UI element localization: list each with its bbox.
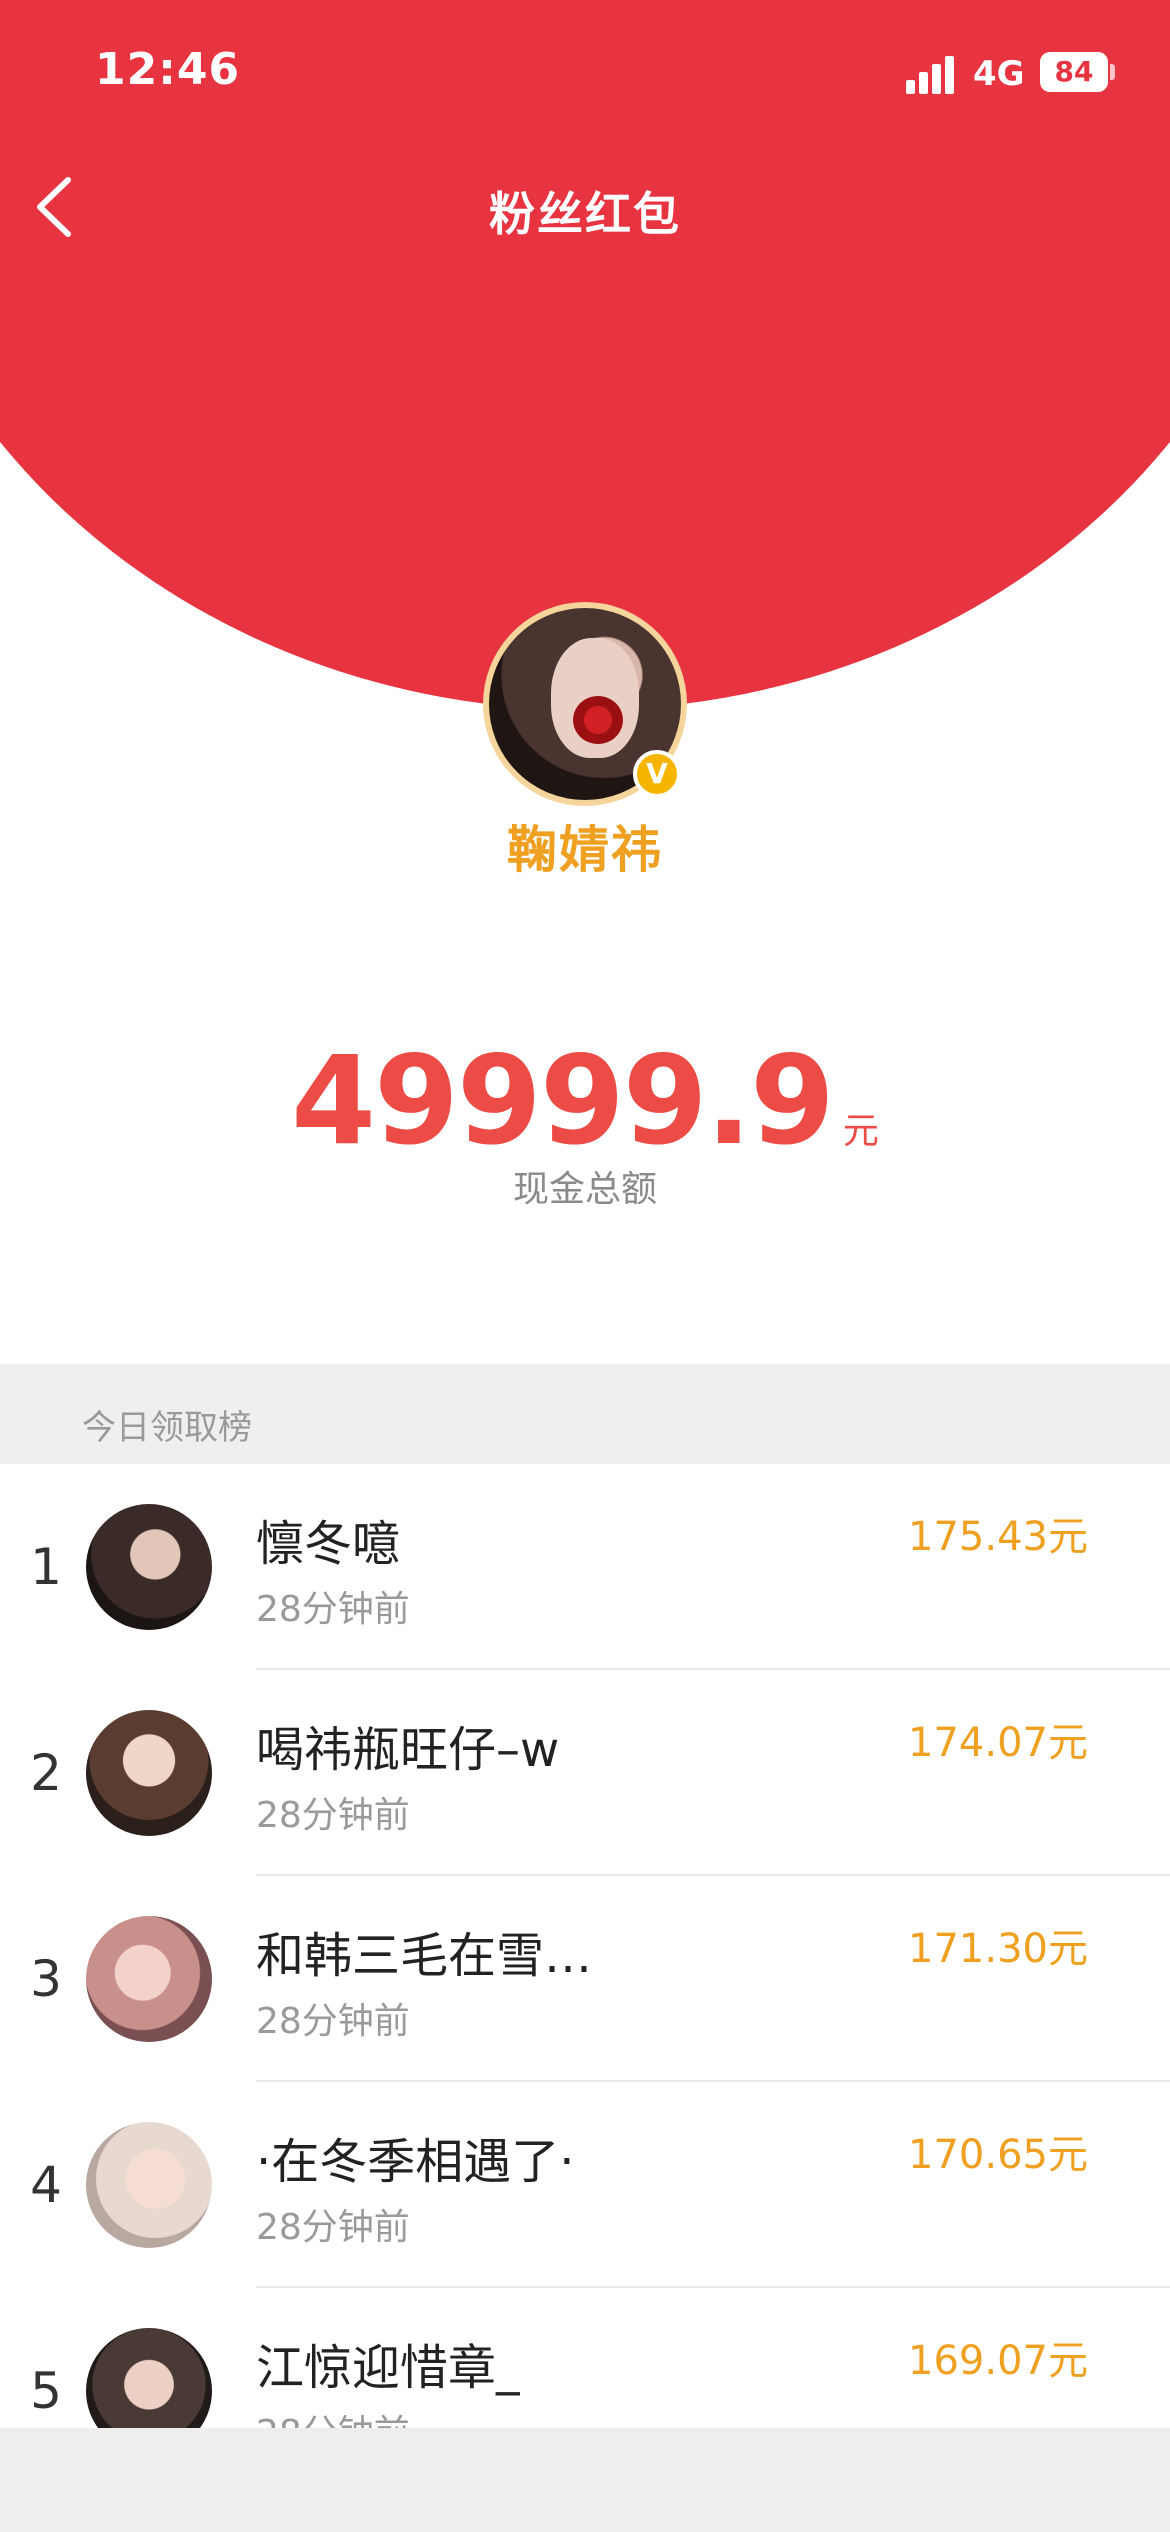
amount-value: 49999.9 <box>291 1030 835 1172</box>
claim-amount: 170.65元 <box>908 2132 1088 2178</box>
rank-number: 4 <box>30 2156 62 2214</box>
user-avatar[interactable] <box>86 1504 212 1630</box>
claim-amount: 174.07元 <box>908 1720 1088 1766</box>
claim-amount: 169.07元 <box>908 2338 1088 2384</box>
user-avatar[interactable] <box>86 2122 212 2248</box>
battery-icon: 84 <box>1040 52 1108 92</box>
verified-badge-icon: V <box>633 750 681 798</box>
claim-amount: 175.43元 <box>908 1514 1088 1560</box>
total-amount: 49999.9 元 <box>0 1030 1170 1172</box>
ranking-row[interactable]: 4 ·在冬季相遇了· 28分钟前 170.65元 <box>0 2082 1170 2288</box>
page-title: 粉丝红包 <box>489 187 681 241</box>
amount-label: 现金总额 <box>512 1169 657 1210</box>
network-label: 4G <box>973 54 1025 94</box>
user-avatar[interactable] <box>86 1916 212 2042</box>
ranking-row[interactable]: 2 喝祎瓶旺仔–w 28分钟前 174.07元 <box>0 1670 1170 1876</box>
battery-tip <box>1110 64 1115 80</box>
rose-icon <box>573 696 623 744</box>
bottom-bar <box>0 2428 1170 2532</box>
creator-name[interactable]: 鞠婧祎 <box>0 810 1170 882</box>
rank-number: 3 <box>30 1950 62 2008</box>
claim-time: 28分钟前 <box>256 1589 410 1630</box>
claim-time: 28分钟前 <box>256 1795 410 1836</box>
claim-amount: 171.30元 <box>908 1926 1088 1972</box>
signal-icon <box>906 54 958 94</box>
ranking-row[interactable]: 3 和韩三毛在雪… 28分钟前 171.30元 <box>0 1876 1170 2082</box>
user-name: 懔冬噫 <box>256 1516 401 1572</box>
ranking-row[interactable]: 1 懔冬噫 28分钟前 175.43元 <box>0 1464 1170 1670</box>
amount-unit: 元 <box>842 1111 879 1152</box>
fan-red-packet-page: 12:46 4G 84 粉丝红包 V 鞠婧祎 49999.9 元 现金总额 今日领… <box>0 0 1170 2532</box>
claim-time: 28分钟前 <box>256 2001 410 2042</box>
user-avatar[interactable] <box>86 1710 212 1836</box>
rank-number: 1 <box>30 1538 62 1596</box>
status-time: 12:46 <box>95 44 241 95</box>
ranking-header-label: 今日领取榜 <box>82 1408 252 1448</box>
user-name: 喝祎瓶旺仔–w <box>256 1722 560 1778</box>
user-name: 和韩三毛在雪… <box>256 1928 593 1984</box>
claim-time: 28分钟前 <box>256 2207 410 2248</box>
user-name: ·在冬季相遇了· <box>256 2134 575 2190</box>
rank-number: 2 <box>30 1744 62 1802</box>
user-name: 江惊迎惜章_ <box>256 2340 521 2396</box>
